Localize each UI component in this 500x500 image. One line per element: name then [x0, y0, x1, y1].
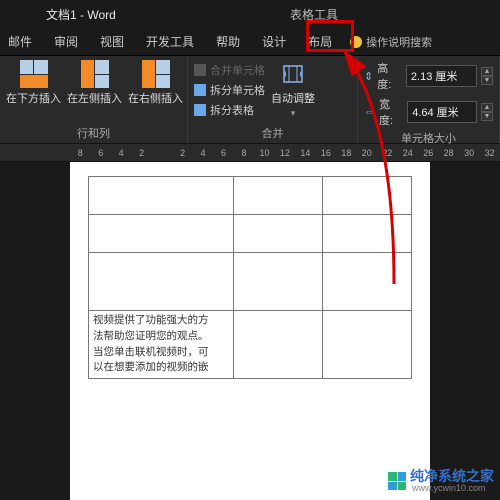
horizontal-ruler[interactable]: 86422468101214161820222426283032 — [0, 144, 500, 162]
width-spinner[interactable]: ▲▼ — [481, 103, 493, 121]
tab-review[interactable]: 审阅 — [50, 29, 82, 54]
insert-col-right-icon — [142, 60, 170, 88]
tab-help[interactable]: 帮助 — [212, 29, 244, 54]
contextual-tab-label: 表格工具 — [290, 6, 338, 23]
split-cells-icon — [194, 84, 206, 96]
title-bar: 文档1 - Word 表格工具 — [0, 0, 500, 28]
ruler-tick: 24 — [398, 148, 418, 158]
table-row — [89, 215, 412, 253]
tab-layout[interactable]: 布局 — [304, 29, 336, 54]
watermark: 纯净系统之家 www.ycwin10.com — [388, 469, 494, 494]
insert-below-label: 在下方插入 — [6, 90, 61, 106]
cell-text-line: 视频提供了功能强大的方 — [93, 313, 229, 329]
ruler-tick: 2 — [172, 148, 192, 158]
insert-left-button[interactable]: 在左侧插入 — [67, 60, 122, 106]
group-merge-label: 合并 — [194, 123, 351, 141]
document-title: 文档1 - Word — [46, 6, 116, 23]
width-icon: ⇔ — [364, 106, 375, 118]
lightbulb-icon — [350, 36, 362, 48]
group-merge: 合并单元格 拆分单元格 拆分表格 自动调整 ▾ 合并 — [188, 56, 358, 143]
tab-design[interactable]: 设计 — [258, 29, 290, 54]
height-label: 高度: — [377, 60, 402, 92]
ruler-tick: 26 — [418, 148, 438, 158]
ruler-tick: 4 — [193, 148, 213, 158]
ruler-tick: 8 — [70, 148, 90, 158]
split-table-button[interactable]: 拆分表格 — [194, 101, 265, 119]
page: 视频提供了功能强大的方 法帮助您证明您的观点。 当您单击联机视频时，可 以在想要… — [70, 162, 430, 500]
height-icon: ⇕ — [364, 70, 373, 83]
ruler-tick: 30 — [459, 148, 479, 158]
ruler-tick: 18 — [336, 148, 356, 158]
document-area[interactable]: 视频提供了功能强大的方 法帮助您证明您的观点。 当您单击联机视频时，可 以在想要… — [0, 162, 500, 500]
table-row — [89, 177, 412, 215]
autofit-icon — [278, 60, 308, 88]
group-cell-size: ⇕ 高度: 2.13 厘米 ▲▼ ⇔ 宽度: 4.64 厘米 ▲▼ 单元格大小 — [358, 56, 500, 143]
tab-mail[interactable]: 邮件 — [4, 29, 36, 54]
ruler-tick: 8 — [234, 148, 254, 158]
watermark-brand: 纯净系统之家 — [410, 469, 494, 484]
document-table[interactable]: 视频提供了功能强大的方 法帮助您证明您的观点。 当您单击联机视频时，可 以在想要… — [88, 176, 412, 379]
chevron-down-icon: ▾ — [291, 108, 296, 119]
insert-left-label: 在左侧插入 — [67, 90, 122, 106]
watermark-logo-icon — [388, 472, 406, 490]
ruler-tick: 6 — [213, 148, 233, 158]
insert-below-button[interactable]: 在下方插入 — [6, 60, 61, 106]
tell-me-label: 操作说明搜索 — [366, 34, 432, 50]
ruler-tick: 20 — [357, 148, 377, 158]
row-height-control[interactable]: ⇕ 高度: 2.13 厘米 ▲▼ — [364, 60, 493, 92]
ruler-tick: 16 — [316, 148, 336, 158]
insert-right-button[interactable]: 在右侧插入 — [128, 60, 183, 106]
split-cells-label: 拆分单元格 — [210, 82, 265, 98]
width-label: 宽度: — [379, 96, 403, 128]
watermark-url: www.ycwin10.com — [412, 484, 494, 494]
cell-text-line: 当您单击联机视频时，可 — [93, 345, 229, 361]
ruler-tick: 6 — [90, 148, 110, 158]
cell-with-text[interactable]: 视频提供了功能强大的方 法帮助您证明您的观点。 当您单击联机视频时，可 以在想要… — [89, 311, 234, 379]
autofit-label: 自动调整 — [271, 90, 315, 106]
insert-right-label: 在右侧插入 — [128, 90, 183, 106]
ruler-tick: 32 — [479, 148, 499, 158]
ruler-tick: 4 — [111, 148, 131, 158]
ruler-tick: 14 — [295, 148, 315, 158]
group-rows-cols: 在下方插入 在左侧插入 在右侧插入 行和列 — [0, 56, 188, 143]
ruler-tick: 22 — [377, 148, 397, 158]
width-value[interactable]: 4.64 厘米 — [407, 101, 477, 123]
split-table-label: 拆分表格 — [210, 102, 254, 118]
cell-text-line: 法帮助您证明您的观点。 — [93, 329, 229, 345]
table-row: 视频提供了功能强大的方 法帮助您证明您的观点。 当您单击联机视频时，可 以在想要… — [89, 311, 412, 379]
table-row — [89, 253, 412, 311]
ruler-tick: 2 — [131, 148, 151, 158]
insert-row-below-icon — [20, 60, 48, 88]
group-rows-cols-label: 行和列 — [6, 123, 181, 141]
ruler-tick: 10 — [254, 148, 274, 158]
merge-cells-icon — [194, 64, 206, 76]
split-cells-button[interactable]: 拆分单元格 — [194, 81, 265, 99]
split-table-icon — [194, 104, 206, 116]
ruler-tick: 12 — [275, 148, 295, 158]
height-value[interactable]: 2.13 厘米 — [406, 65, 477, 87]
ruler-tick: 28 — [438, 148, 458, 158]
tab-devtools[interactable]: 开发工具 — [142, 29, 198, 54]
merge-cells-label: 合并单元格 — [210, 62, 265, 78]
ribbon: 在下方插入 在左侧插入 在右侧插入 行和列 合并单元格 — [0, 56, 500, 144]
col-width-control[interactable]: ⇔ 宽度: 4.64 厘米 ▲▼ — [364, 96, 493, 128]
cell-text-line: 以在想要添加的视频的嵌 — [93, 360, 229, 376]
insert-col-left-icon — [81, 60, 109, 88]
tab-view[interactable]: 视图 — [96, 29, 128, 54]
ribbon-tabs: 邮件 审阅 视图 开发工具 帮助 设计 布局 操作说明搜索 — [0, 28, 500, 56]
autofit-button[interactable]: 自动调整 ▾ — [271, 60, 315, 119]
merge-cells-button[interactable]: 合并单元格 — [194, 61, 265, 79]
group-cell-size-label: 单元格大小 — [364, 128, 493, 146]
height-spinner[interactable]: ▲▼ — [481, 67, 493, 85]
tell-me-search[interactable]: 操作说明搜索 — [350, 34, 432, 50]
